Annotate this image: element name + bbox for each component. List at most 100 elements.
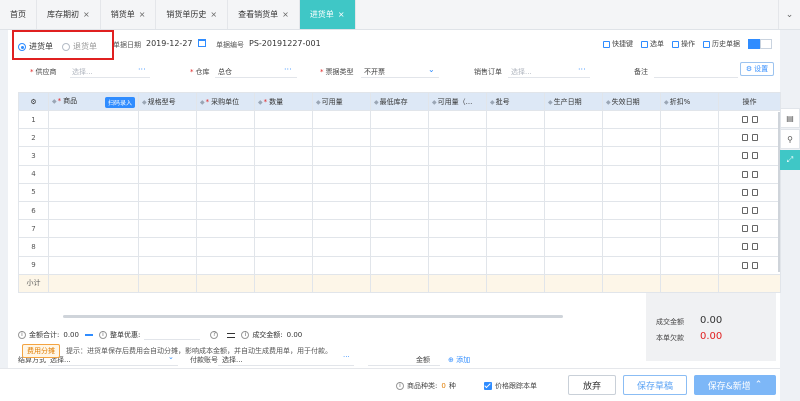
table-cell[interactable] xyxy=(48,109,139,130)
table-cell[interactable] xyxy=(428,109,487,130)
close-icon[interactable]: × xyxy=(282,10,289,19)
select-order-button[interactable]: 选单 xyxy=(641,39,664,49)
trash-icon[interactable] xyxy=(741,261,748,269)
discount-input[interactable] xyxy=(144,331,201,340)
ticket-type-select[interactable]: 不开票 xyxy=(364,67,385,77)
tab-home[interactable]: 首页 xyxy=(0,0,37,29)
table-cell[interactable] xyxy=(428,255,487,275)
col-batch[interactable]: ◆批号 xyxy=(486,92,545,111)
table-cell[interactable] xyxy=(370,128,429,148)
col-qty[interactable]: ◆* 数量 xyxy=(254,92,313,111)
table-cell[interactable] xyxy=(312,237,371,257)
more-icon[interactable]: ··· xyxy=(343,353,350,361)
table-cell[interactable] xyxy=(660,182,719,202)
table-cell[interactable] xyxy=(138,182,197,202)
tab-sales-order[interactable]: 销货单 × xyxy=(101,0,157,29)
table-cell[interactable] xyxy=(660,128,719,148)
sales-order-input[interactable]: 选择... xyxy=(511,67,532,77)
column-settings-icon[interactable]: ⚙ xyxy=(18,92,49,111)
payment-amount-input[interactable]: 金额 xyxy=(416,355,430,365)
table-cell[interactable] xyxy=(138,255,197,275)
table-cell[interactable] xyxy=(254,109,313,130)
table-cell[interactable] xyxy=(486,182,545,202)
table-cell[interactable] xyxy=(254,182,313,202)
table-cell[interactable] xyxy=(602,128,661,148)
table-cell[interactable] xyxy=(48,182,139,202)
table-cell[interactable] xyxy=(428,182,487,202)
table-cell[interactable] xyxy=(254,146,313,166)
expand-icon[interactable]: ⤢ xyxy=(780,150,800,170)
table-cell[interactable] xyxy=(428,200,487,221)
table-cell[interactable] xyxy=(602,219,661,239)
close-icon[interactable]: × xyxy=(338,10,345,19)
table-cell[interactable] xyxy=(660,200,719,221)
table-cell[interactable] xyxy=(602,146,661,166)
close-icon[interactable]: × xyxy=(83,10,90,19)
table-cell[interactable] xyxy=(660,219,719,239)
table-cell[interactable] xyxy=(138,146,197,166)
table-cell[interactable] xyxy=(370,219,429,239)
copy-icon[interactable] xyxy=(751,188,758,196)
table-cell[interactable] xyxy=(196,128,255,148)
col-discount[interactable]: ◆折扣% xyxy=(660,92,719,111)
table-cell[interactable] xyxy=(660,146,719,166)
table-cell[interactable] xyxy=(254,128,313,148)
table-cell[interactable] xyxy=(544,164,603,184)
close-icon[interactable]: × xyxy=(139,10,146,19)
trash-icon[interactable] xyxy=(741,225,748,233)
table-cell[interactable] xyxy=(196,237,255,257)
table-cell[interactable] xyxy=(370,237,429,257)
table-cell[interactable] xyxy=(48,146,139,166)
price-track-checkbox[interactable]: 价格跟踪本单 xyxy=(484,381,537,391)
table-row[interactable]: 3 xyxy=(18,146,781,166)
calendar-icon[interactable] xyxy=(198,39,206,47)
table-cell[interactable] xyxy=(602,109,661,130)
table-cell[interactable] xyxy=(486,255,545,275)
table-cell[interactable] xyxy=(312,146,371,166)
table-cell[interactable] xyxy=(254,219,313,239)
table-cell[interactable] xyxy=(312,219,371,239)
table-cell[interactable] xyxy=(544,255,603,275)
list-view-icon[interactable] xyxy=(748,39,760,49)
trash-icon[interactable] xyxy=(741,134,748,142)
col-unit[interactable]: ◆* 采购单位 xyxy=(196,92,255,111)
table-cell[interactable] xyxy=(370,164,429,184)
table-cell[interactable] xyxy=(486,237,545,257)
col-prod-date[interactable]: ◆生产日期 xyxy=(544,92,603,111)
table-cell[interactable] xyxy=(660,237,719,257)
help-icon[interactable]: ? xyxy=(210,331,219,339)
table-cell[interactable] xyxy=(602,237,661,257)
table-row[interactable]: 8 xyxy=(18,237,781,257)
table-cell[interactable] xyxy=(312,182,371,202)
col-product[interactable]: ◆* 商品 扫码录入 xyxy=(48,92,139,111)
horizontal-scrollbar[interactable] xyxy=(63,315,563,318)
table-cell[interactable] xyxy=(602,200,661,221)
table-cell[interactable] xyxy=(312,164,371,184)
table-cell[interactable] xyxy=(544,182,603,202)
table-cell[interactable] xyxy=(370,109,429,130)
trash-icon[interactable] xyxy=(741,152,748,160)
table-cell[interactable] xyxy=(48,164,139,184)
table-row[interactable]: 9 xyxy=(18,255,781,275)
table-cell[interactable] xyxy=(312,109,371,130)
table-cell[interactable] xyxy=(660,255,719,275)
save-draft-button[interactable]: 保存草稿 xyxy=(623,375,687,395)
tab-view-sales[interactable]: 查看销货单 × xyxy=(228,0,300,29)
table-cell[interactable] xyxy=(486,109,545,130)
col-min-stock[interactable]: ◆最低库存 xyxy=(370,92,429,111)
table-row[interactable]: 4 xyxy=(18,164,781,184)
shortcut-button[interactable]: 快捷键 xyxy=(603,39,633,49)
table-cell[interactable] xyxy=(196,109,255,130)
col-avail[interactable]: ◆可用量 xyxy=(312,92,371,111)
table-cell[interactable] xyxy=(196,200,255,221)
table-cell[interactable] xyxy=(602,182,661,202)
table-cell[interactable] xyxy=(544,128,603,148)
table-row[interactable]: 7 xyxy=(18,219,781,239)
tab-purchase-order[interactable]: 进货单 × xyxy=(299,0,356,29)
table-cell[interactable] xyxy=(660,109,719,130)
table-cell[interactable] xyxy=(138,128,197,148)
table-cell[interactable] xyxy=(138,164,197,184)
table-cell[interactable] xyxy=(254,164,313,184)
table-cell[interactable] xyxy=(486,164,545,184)
table-cell[interactable] xyxy=(196,219,255,239)
